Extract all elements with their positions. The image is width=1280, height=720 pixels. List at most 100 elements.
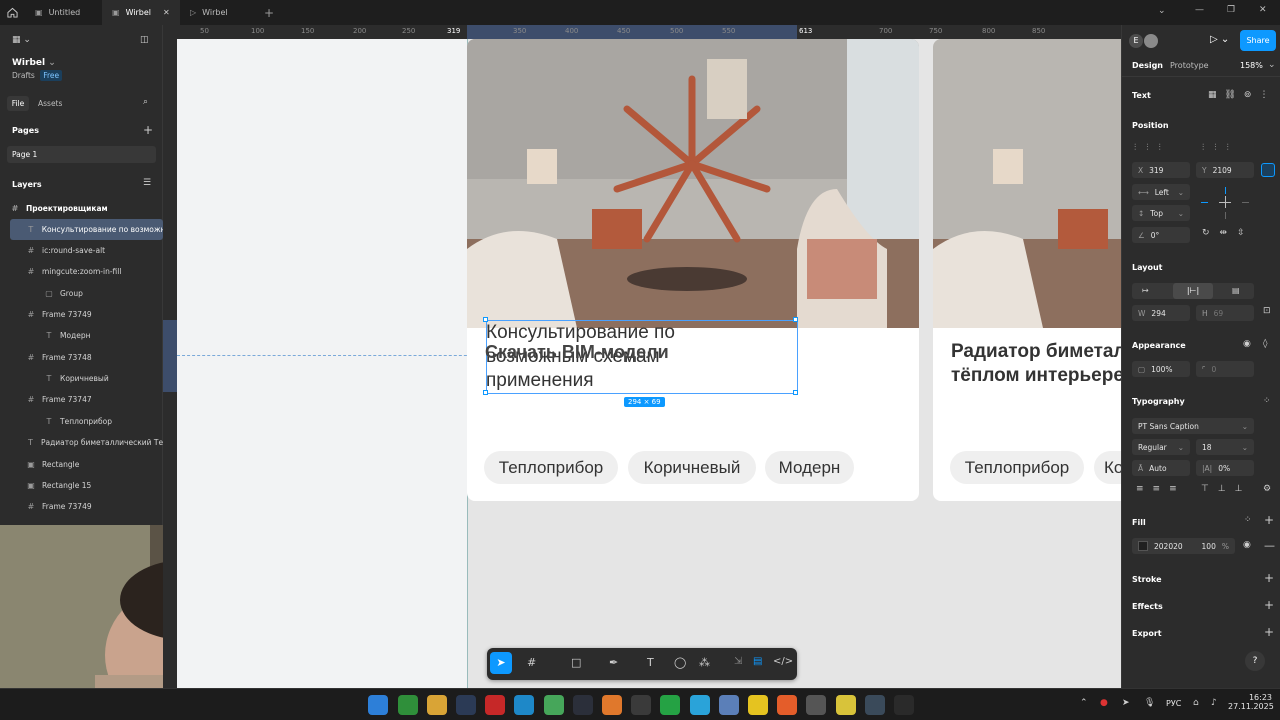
dev-tool-icon[interactable]: ⇲ [734,656,742,667]
tag-chip[interactable]: Теплоприбор [950,451,1084,484]
edge-icon[interactable] [514,695,534,715]
blend-mode-icon[interactable]: ◊ [1263,339,1267,349]
tray-app-icon[interactable]: ● [1100,698,1108,708]
figma-icon[interactable] [631,695,651,715]
opacity-field[interactable]: ▢ 100% [1132,361,1190,377]
constraints-toggle-icon[interactable] [1261,163,1275,177]
steam-icon[interactable] [456,695,476,715]
sidebar-toggle-icon[interactable]: ◫ [140,35,149,45]
layers-options-icon[interactable]: ☰ [143,178,151,188]
home-icon[interactable] [0,0,25,25]
settings-icon[interactable] [865,695,885,715]
layer-item[interactable]: T Модерн [0,325,163,346]
minimize-icon[interactable]: — [1195,5,1204,15]
overlap-text-layer[interactable]: Скачать BIM-модели [485,342,669,363]
avatar[interactable]: E [1129,34,1143,48]
whatsapp-icon[interactable] [660,695,680,715]
page-item-1[interactable]: Page 1 [7,146,156,163]
letter-spacing-field[interactable]: |A| 0% [1196,460,1254,476]
window-close-icon[interactable]: ✕ [1259,5,1267,15]
constraints-diagram[interactable] [1197,185,1253,221]
pointer-tool-icon[interactable]: ➤ [490,652,512,674]
visibility-icon[interactable]: ◉ [1243,339,1251,349]
visibility-icon[interactable]: ◉ [1243,540,1251,550]
width-field[interactable]: W 294 [1132,305,1190,321]
card-title[interactable]: Радиатор биметал тёплом интерьере [951,340,1121,388]
tag-chip[interactable]: Коричневый [628,451,756,484]
fixed-width-icon[interactable]: ↦ [1142,286,1149,295]
layer-item[interactable]: ▢ Group [0,283,163,304]
close-icon[interactable]: ✕ [163,8,170,17]
product-card[interactable]: Радиатор биметал тёплом интерьере Теплоп… [933,39,1121,501]
obs-icon[interactable] [894,695,914,715]
resizing-segmented-control[interactable]: ↦ |⊢| ▤ [1132,283,1254,299]
tab-wirbel-prototype[interactable]: ▷ Wirbel [180,0,254,25]
tag-chip[interactable]: Модерн [765,451,854,484]
maximize-icon[interactable]: ❐ [1227,5,1235,15]
add-effect-icon[interactable]: + [1264,598,1274,612]
project-name[interactable]: Wirbel ⌄ [12,58,56,68]
share-button[interactable]: Share [1240,30,1276,51]
y-position-field[interactable]: Y 2109 [1196,162,1254,178]
chevron-down-icon[interactable]: ⌄ [1268,60,1276,70]
remove-fill-icon[interactable]: — [1264,539,1275,552]
flip-icons[interactable]: ↻⇹⇳ [1202,228,1255,238]
play-icon[interactable]: ▷ ⌄ [1210,34,1229,45]
text-tool-icon[interactable]: T [647,656,654,669]
fill-width-icon[interactable]: ▤ [1232,286,1240,295]
help-button[interactable]: ? [1245,651,1265,671]
x-position-field[interactable]: X 319 [1132,162,1190,178]
network-icon[interactable]: ⌂ [1193,698,1199,708]
hug-width-icon[interactable]: |⊢| [1173,283,1213,299]
resize-handle[interactable] [793,317,798,322]
product-card[interactable]: Консультирование по возможным схемам при… [467,39,919,501]
font-weight-select[interactable]: Regular ⌄ [1132,439,1190,455]
line-height-field[interactable]: Ā Auto [1132,460,1190,476]
rotation-field[interactable]: ∠ 0° [1132,227,1190,243]
start-icon[interactable] [368,695,388,715]
layer-item[interactable]: T Теплоприбор [0,411,163,432]
vertical-align-icons[interactable]: ⫶⫶⫶ [1202,143,1239,153]
pen-tool-icon[interactable]: ✒ [609,656,618,669]
tab-assets[interactable]: Assets [38,99,62,108]
layer-item[interactable]: # Проектировщикам [0,198,163,219]
horizontal-align-icons[interactable]: ⫶⫶⫶ [1134,143,1171,153]
tab-untitled[interactable]: ▣ Untitled [25,0,102,25]
text-options-icon[interactable]: ⚙ [1263,484,1271,494]
color-swatch[interactable] [1138,541,1148,551]
layer-item[interactable]: # Frame 73749 [0,304,163,325]
main-menu-icon[interactable]: ▦ ⌄ [12,35,31,45]
tray-chevron-icon[interactable]: ⌃ [1080,698,1088,708]
layer-item[interactable]: ▣ Rectangle 15 [0,475,163,496]
xbox-icon[interactable] [398,695,418,715]
design-canvas[interactable]: Консультирование по возможным схемам при… [177,39,1121,688]
corner-radius-field[interactable]: ⌜ 0 [1196,361,1254,377]
layer-item[interactable]: # ic:round-save-alt [0,240,163,261]
chevron-down-icon[interactable]: ⌄ [1158,6,1166,16]
vertical-text-align-icons[interactable]: ⊤⊥⊥ [1201,484,1252,494]
app-icon[interactable] [836,695,856,715]
add-export-icon[interactable]: + [1264,625,1274,639]
tray-telegram-icon[interactable]: ➤ [1122,698,1130,708]
text-section-actions[interactable]: ▦⛓⊚⋮ [1208,90,1276,100]
search-icon[interactable]: ⌕ [143,97,148,107]
components-tool-icon[interactable]: ⁂ [699,656,710,669]
avatar-photo-icon[interactable] [1144,34,1158,48]
app-icon[interactable] [806,695,826,715]
code-tool-icon[interactable]: </> [773,656,793,667]
horizontal-constraint-select[interactable]: ⟷ Left ⌄ [1132,184,1190,200]
tag-chip[interactable]: Теплоприбор [484,451,618,484]
firefox-icon[interactable] [777,695,797,715]
zoom-level[interactable]: 158% [1240,61,1263,70]
layer-item[interactable]: # Frame 73749 [0,496,163,517]
telegram-icon[interactable] [690,695,710,715]
tab-wirbel-active[interactable]: ▣ Wirbel ✕ [102,0,180,25]
height-field[interactable]: H 69 [1196,305,1254,321]
new-tab-button[interactable]: + [254,0,284,25]
font-size-field[interactable]: 18 ⌄ [1196,439,1254,455]
tab-design[interactable]: Design [1132,61,1163,70]
blender-icon[interactable] [602,695,622,715]
volume-icon[interactable]: ♪ [1211,698,1217,708]
layer-item-selected[interactable]: T Консультирование по возможн [10,219,163,240]
add-fill-icon[interactable]: + [1264,513,1274,527]
